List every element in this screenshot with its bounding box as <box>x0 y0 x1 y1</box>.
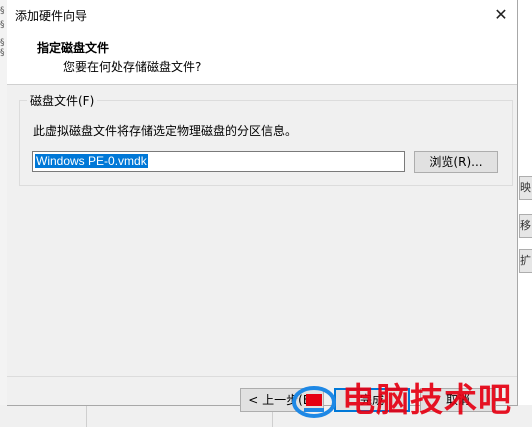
window-title: 添加硬件向导 <box>15 9 88 23</box>
page-subtitle: 您要在何处存储磁盘文件? <box>63 60 202 74</box>
footer-divider <box>7 376 517 377</box>
add-hardware-wizard-dialog: 添加硬件向导 ✕ 指定磁盘文件 您要在何处存储磁盘文件? 磁盘文件(F) 此虚拟… <box>7 0 518 412</box>
disk-file-group <box>19 100 513 186</box>
cancel-button[interactable]: 取消 <box>420 388 496 412</box>
background-glyph: § <box>0 38 5 48</box>
browse-button[interactable]: 浏览(R)... <box>414 151 498 173</box>
finish-button[interactable]: 完成 <box>334 388 410 412</box>
disk-file-group-label: 磁盘文件(F) <box>27 92 98 109</box>
divider <box>86 405 87 427</box>
selected-text: Windows PE-0.vmdk <box>35 154 148 168</box>
back-button[interactable]: < 上一步(B) <box>240 388 324 412</box>
background-button[interactable]: 映 <box>519 176 532 200</box>
title-bar: 添加硬件向导 ✕ <box>7 0 517 30</box>
disk-file-path-input[interactable]: Windows PE-0.vmdk <box>32 151 405 172</box>
disk-file-description: 此虚拟磁盘文件将存储选定物理磁盘的分区信息。 <box>33 124 298 138</box>
background-glyph: § <box>0 20 5 30</box>
background-button[interactable]: 移 <box>519 214 532 238</box>
wizard-header: 指定磁盘文件 您要在何处存储磁盘文件? <box>7 30 517 85</box>
background-glyph: § <box>0 6 5 16</box>
background-button[interactable]: 扩 <box>519 249 532 273</box>
background-glyph: § <box>0 48 5 58</box>
page-title: 指定磁盘文件 <box>37 41 110 55</box>
close-icon[interactable]: ✕ <box>485 2 517 28</box>
